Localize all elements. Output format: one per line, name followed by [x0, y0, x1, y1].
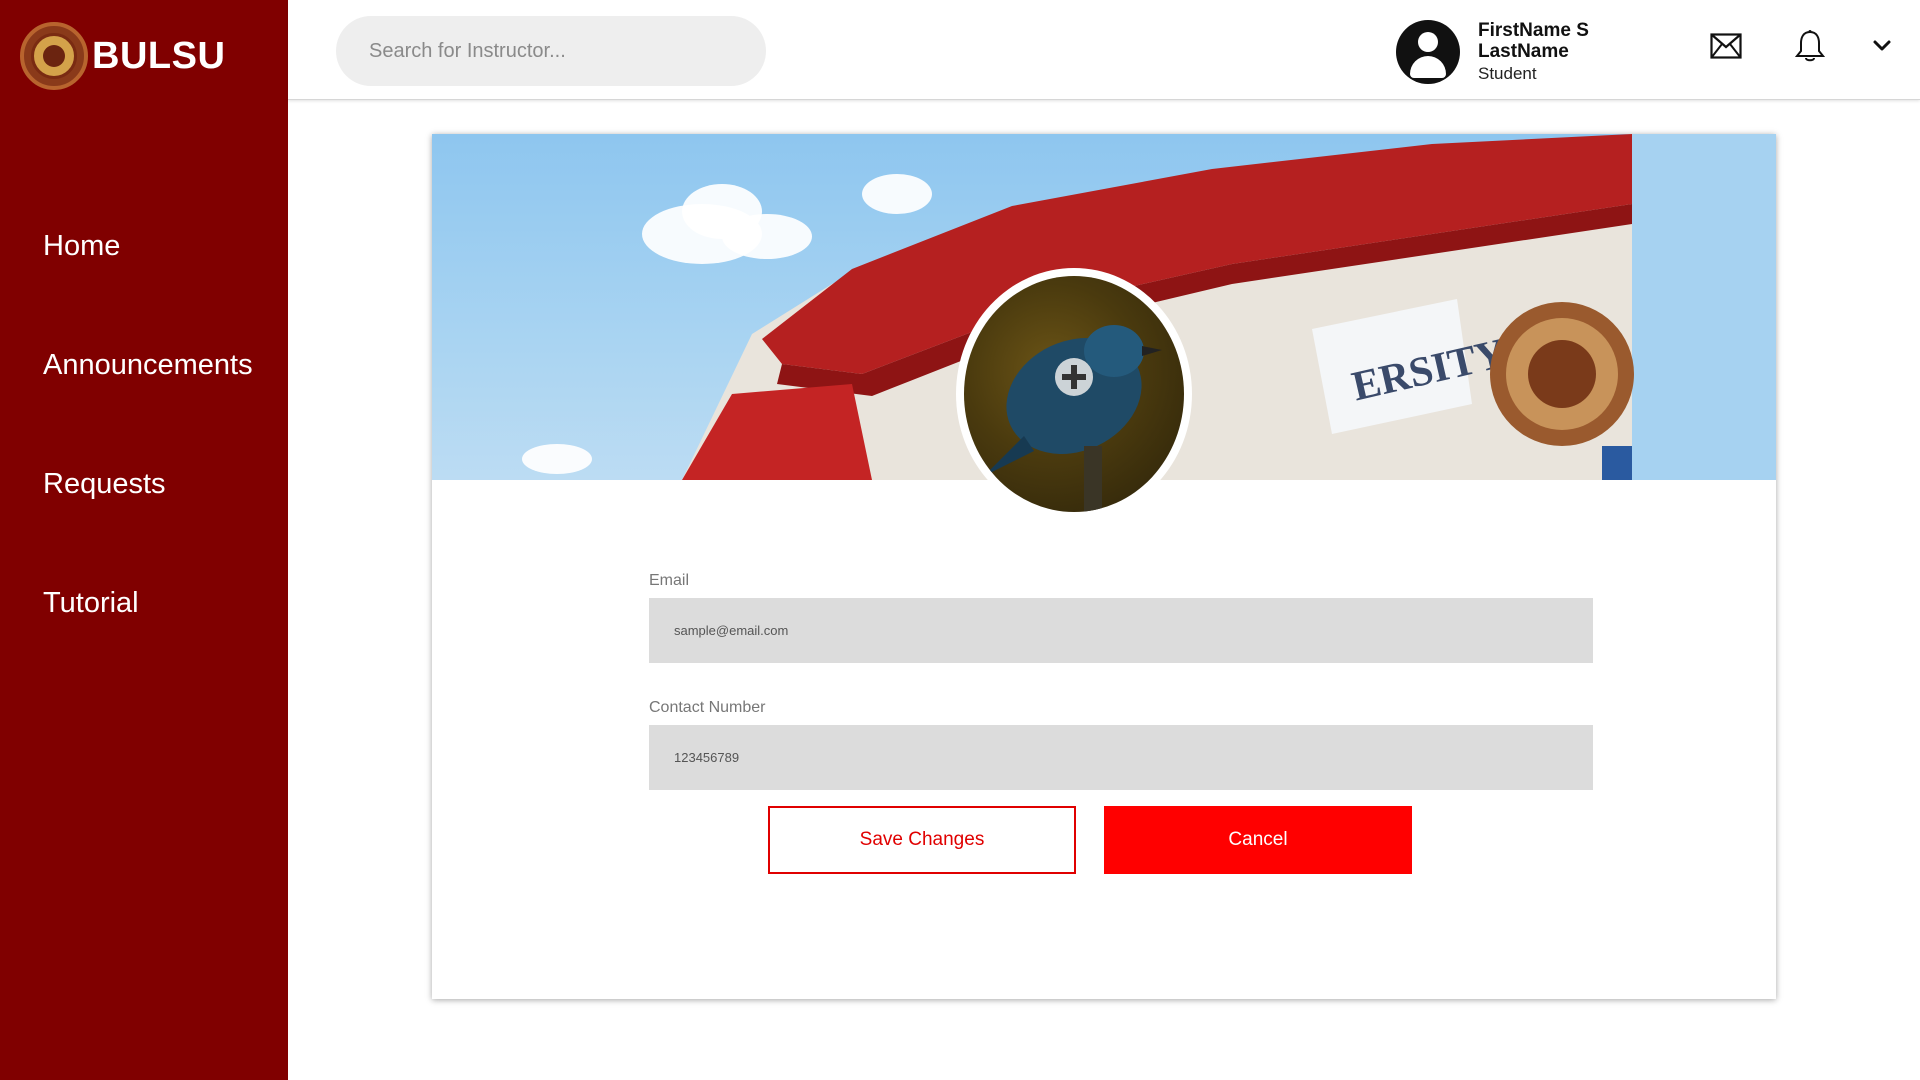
profile-picture[interactable] — [956, 268, 1192, 520]
university-seal-logo — [20, 22, 88, 90]
sidebar-item-home[interactable]: Home — [43, 222, 253, 270]
sidebar-item-announcements[interactable]: Announcements — [43, 341, 253, 389]
contact-number-label: Contact Number — [649, 699, 766, 716]
sidebar-item-requests[interactable]: Requests — [43, 460, 253, 508]
user-profile-menu[interactable]: FirstName S LastName Student — [1396, 20, 1608, 84]
mail-icon[interactable] — [1708, 28, 1744, 64]
user-avatar-icon — [1396, 20, 1460, 84]
search-input[interactable] — [336, 16, 766, 86]
save-changes-button[interactable]: Save Changes — [768, 806, 1076, 874]
bell-icon[interactable] — [1792, 28, 1828, 64]
sidebar-nav: Home Announcements Requests Tutorial — [43, 222, 253, 698]
chevron-down-icon[interactable] — [1864, 28, 1900, 64]
email-label: Email — [649, 572, 690, 589]
brand-name: BULSU — [92, 34, 226, 77]
cancel-button[interactable]: Cancel — [1104, 806, 1412, 874]
user-role: Student — [1478, 63, 1537, 83]
user-name: FirstName S LastName — [1478, 19, 1589, 62]
sidebar-item-tutorial[interactable]: Tutorial — [43, 579, 253, 627]
top-header: FirstName S LastName Student — [288, 0, 1920, 100]
brand[interactable]: BULSU — [20, 22, 225, 90]
contact-number-field[interactable] — [649, 725, 1593, 790]
add-photo-icon[interactable] — [1053, 356, 1095, 398]
email-field[interactable] — [649, 598, 1593, 663]
profile-edit-card: ERSITY Email C — [432, 134, 1776, 999]
sidebar: BULSU Home Announcements Requests Tutori… — [0, 0, 288, 1080]
